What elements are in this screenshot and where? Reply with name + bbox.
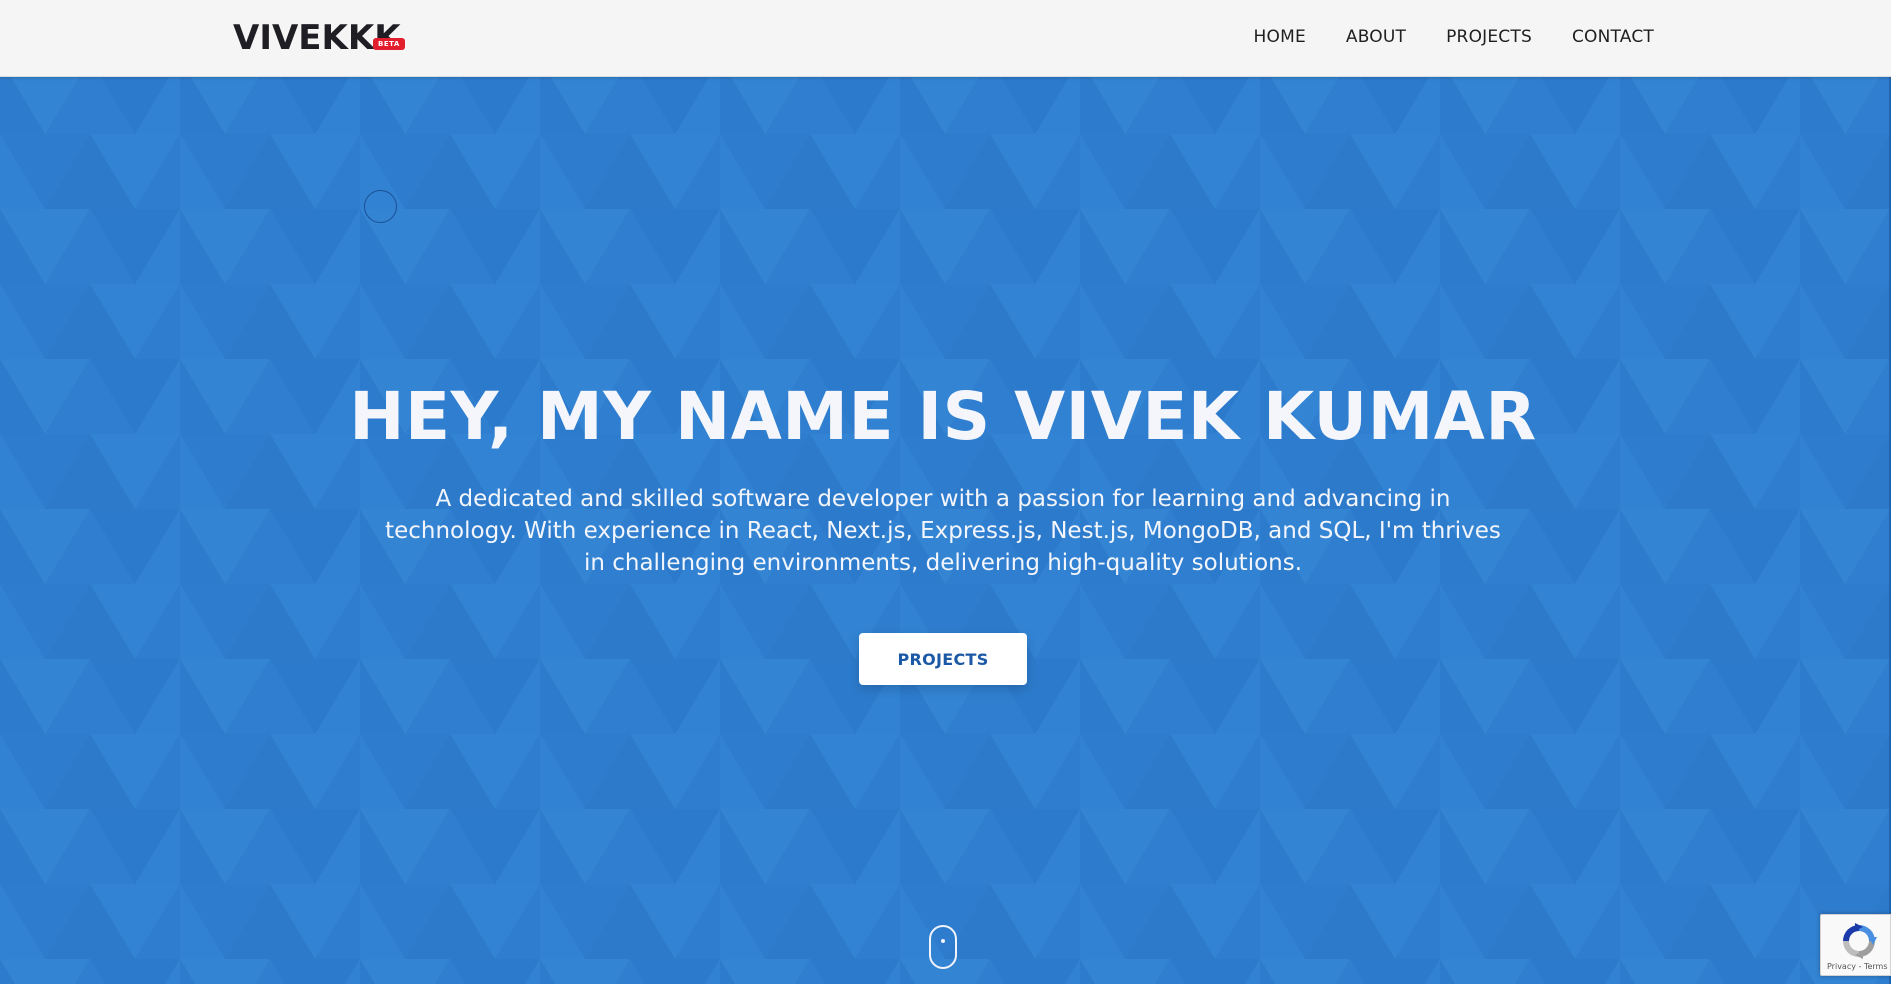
hero-section: HEY, MY NAME IS VIVEK KUMAR A dedicated … [0, 77, 1891, 984]
cursor-circle [364, 190, 397, 223]
recaptcha-privacy-link[interactable]: Privacy [1827, 962, 1856, 971]
scroll-wheel-dot [941, 939, 945, 943]
recaptcha-terms-link[interactable]: Terms [1864, 962, 1888, 971]
beta-badge: BETA [373, 38, 405, 50]
hero-description: A dedicated and skilled software develop… [385, 486, 1501, 576]
recaptcha-links: Privacy - Terms [1827, 962, 1888, 972]
main-nav: HOME ABOUT PROJECTS CONTACT [1254, 25, 1654, 49]
hero-title: HEY, MY NAME IS VIVEK KUMAR [349, 378, 1537, 455]
nav-link-about[interactable]: ABOUT [1346, 25, 1406, 49]
site-header: VIVEKKK BETA HOME ABOUT PROJECTS CONTACT [0, 0, 1891, 77]
recaptcha-badge[interactable]: Privacy - Terms [1820, 914, 1891, 976]
recaptcha-separator: - [1855, 962, 1864, 971]
nav-link-home[interactable]: HOME [1254, 25, 1306, 49]
scroll-mouse-icon[interactable] [929, 925, 957, 969]
recaptcha-icon [1843, 923, 1877, 959]
projects-button[interactable]: PROJECTS [859, 633, 1027, 685]
nav-link-projects[interactable]: PROJECTS [1446, 25, 1532, 49]
nav-link-contact[interactable]: CONTACT [1572, 25, 1654, 49]
